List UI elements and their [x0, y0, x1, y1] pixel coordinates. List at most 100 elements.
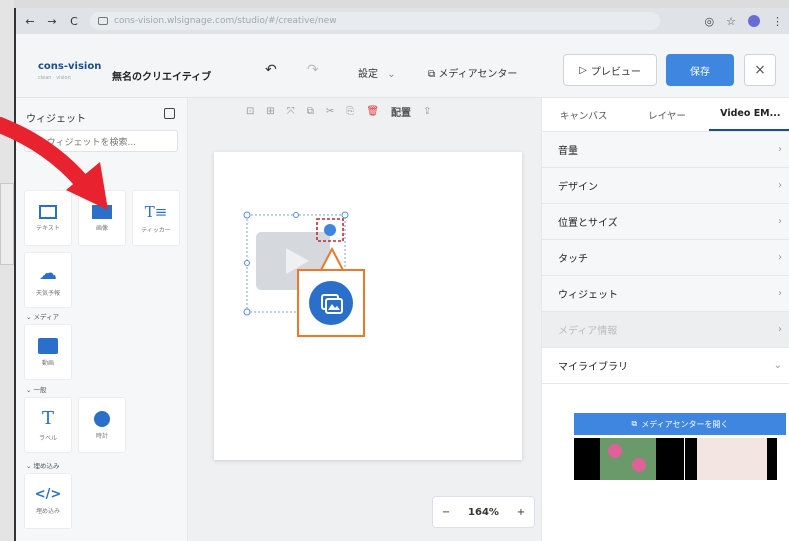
- label-widget-icon: T: [41, 408, 54, 429]
- canvas-page[interactable]: [214, 152, 522, 460]
- align-icon[interactable]: ⊡: [246, 106, 254, 117]
- layer-icon[interactable]: ⇪: [423, 106, 431, 117]
- section-widget[interactable]: ウィジェット ›: [542, 276, 789, 312]
- eye-off-icon[interactable]: ◎: [705, 15, 715, 28]
- section-design-label: デザイン: [558, 182, 598, 193]
- tab-canvas[interactable]: キャンバス: [542, 98, 625, 131]
- weather-icon: ☁: [39, 263, 57, 284]
- panel-collapse-icon[interactable]: [164, 108, 175, 119]
- preview-button[interactable]: ▷ プレビュー: [563, 54, 657, 86]
- app-logo: cons-vision: [38, 61, 102, 72]
- section-general[interactable]: ⌄ 一般: [26, 384, 47, 394]
- chevron-right-icon: ›: [778, 216, 782, 227]
- flower-accent: [632, 458, 646, 472]
- settings-dropdown[interactable]: 設定 ⌄: [358, 65, 396, 80]
- delete-icon[interactable]: 🗑︎: [366, 106, 379, 117]
- dancers-image: [697, 438, 767, 480]
- section-media[interactable]: ⌄ メディア: [26, 311, 59, 321]
- widget-tile-embed[interactable]: </> 埋め込み: [24, 473, 72, 529]
- media-center-button[interactable]: ⧉ メディアセンター: [428, 65, 517, 80]
- media-center-icon: ⧉: [631, 419, 638, 428]
- section-media-label: メディア: [33, 313, 60, 321]
- tile-label-image: 画像: [95, 224, 108, 232]
- section-media-info-label: メディア情報: [558, 326, 618, 337]
- url-text: cons-vision.wlsignage.com/studio/#/creat…: [114, 16, 337, 26]
- site-info-icon[interactable]: [98, 17, 108, 25]
- arrange-label[interactable]: 配置: [391, 104, 411, 119]
- distribute-icon[interactable]: ⊞: [266, 106, 274, 117]
- url-bar[interactable]: cons-vision.wlsignage.com/studio/#/creat…: [90, 12, 660, 30]
- app-logo-sub: clean · vision: [38, 75, 71, 81]
- chevron-down-icon: ⌄: [773, 360, 782, 371]
- open-media-center-button[interactable]: ⧉ メディアセンターを開く: [574, 413, 786, 435]
- menu-kebab-icon[interactable]: ⋮: [772, 15, 783, 28]
- widget-tile-ticker[interactable]: T≡ ティッカー: [132, 190, 180, 246]
- chevron-right-icon: ›: [778, 288, 782, 299]
- save-button[interactable]: 保存: [666, 54, 734, 86]
- section-media-info: メディア情報 ›: [542, 312, 789, 348]
- preview-label: プレビュー: [590, 66, 641, 78]
- code-icon: </>: [34, 487, 62, 502]
- copy-icon[interactable]: ⧉: [307, 106, 314, 117]
- tab-video-embed[interactable]: Video EM...: [708, 98, 789, 131]
- chevron-right-icon: ›: [778, 252, 782, 263]
- chevron-down-icon: ⌄: [387, 69, 396, 80]
- toolbar-actions: ◎ ☆ ⋮: [705, 15, 783, 28]
- media-small-icon: [324, 224, 336, 236]
- chevron-right-icon: ›: [778, 144, 782, 155]
- section-position-size-label: 位置とサイズ: [558, 218, 618, 229]
- tab-layer[interactable]: レイヤー: [625, 98, 708, 131]
- cut-icon[interactable]: ✂: [326, 106, 334, 117]
- canvas-toolbar: ⊡ ⊞ ⤧ ⧉ ✂ ⎘ 🗑︎ 配置 ⇪: [188, 98, 541, 124]
- tile-label-embed: 埋め込み: [35, 508, 60, 515]
- reload-icon[interactable]: C: [68, 15, 80, 28]
- clock-icon: [94, 410, 110, 427]
- widget-tile-weather[interactable]: ☁ 天気予報: [24, 252, 72, 308]
- play-outline-icon: ▷: [579, 64, 587, 76]
- section-my-library-label: マイライブラリ: [558, 362, 628, 373]
- zoom-out-button[interactable]: −: [442, 507, 450, 518]
- section-design[interactable]: デザイン ›: [542, 168, 789, 204]
- widget-tile-video[interactable]: 動画: [24, 324, 72, 380]
- properties-panel: キャンバス レイヤー Video EM... 音量 › デザイン › 位置とサイズ ›…: [541, 98, 789, 541]
- section-volume-label: 音量: [558, 146, 578, 157]
- section-position-size[interactable]: 位置とサイズ ›: [542, 204, 789, 240]
- video-widget-icon: [38, 337, 58, 354]
- creative-title[interactable]: 無名のクリエイティブ: [112, 68, 211, 83]
- section-embed-label: 埋め込み: [33, 462, 60, 470]
- flower-image: [600, 438, 656, 480]
- open-media-center-label: メディアセンターを開く: [641, 419, 729, 429]
- forward-icon[interactable]: →: [46, 15, 58, 28]
- section-embed[interactable]: ⌄ 埋め込み: [26, 460, 60, 470]
- undo-icon[interactable]: ↶: [265, 62, 277, 78]
- chevron-down-icon: ⌄: [26, 313, 34, 321]
- flower-accent: [608, 444, 622, 458]
- section-my-library[interactable]: マイライブラリ ⌄: [542, 348, 789, 384]
- back-icon[interactable]: ←: [24, 15, 36, 28]
- profile-avatar[interactable]: [748, 15, 760, 27]
- chevron-right-icon: ›: [778, 180, 782, 191]
- outer-strip: [0, 0, 14, 541]
- widget-tile-label[interactable]: T ラベル: [24, 397, 72, 453]
- tile-label-clock: 時計: [95, 432, 108, 440]
- properties-tabs: キャンバス レイヤー Video EM...: [542, 98, 789, 132]
- close-button[interactable]: ×: [744, 54, 776, 86]
- section-touch-label: タッチ: [558, 254, 588, 265]
- zoom-in-button[interactable]: +: [517, 507, 525, 518]
- section-widget-label: ウィジェット: [558, 290, 618, 301]
- widget-tile-clock[interactable]: 時計: [78, 397, 126, 453]
- section-touch[interactable]: タッチ ›: [542, 240, 789, 276]
- section-volume[interactable]: 音量 ›: [542, 132, 789, 168]
- settings-label: 設定: [358, 69, 378, 80]
- tile-label-text: テキスト: [36, 224, 60, 232]
- library-thumbnail[interactable]: [574, 438, 684, 480]
- fit-icon[interactable]: ⤧: [287, 106, 295, 117]
- bookmark-star-icon[interactable]: ☆: [726, 15, 736, 28]
- section-general-label: 一般: [33, 386, 47, 394]
- tile-label-label: ラベル: [38, 435, 57, 442]
- media-center-label: メディアセンター: [438, 69, 518, 80]
- redo-icon[interactable]: ↷: [307, 62, 319, 78]
- library-thumbnail[interactable]: [685, 438, 777, 480]
- browser-toolbar: ← → C cons-vision.wlsignage.com/studio/#…: [16, 8, 789, 34]
- paste-icon[interactable]: ⎘: [346, 106, 354, 117]
